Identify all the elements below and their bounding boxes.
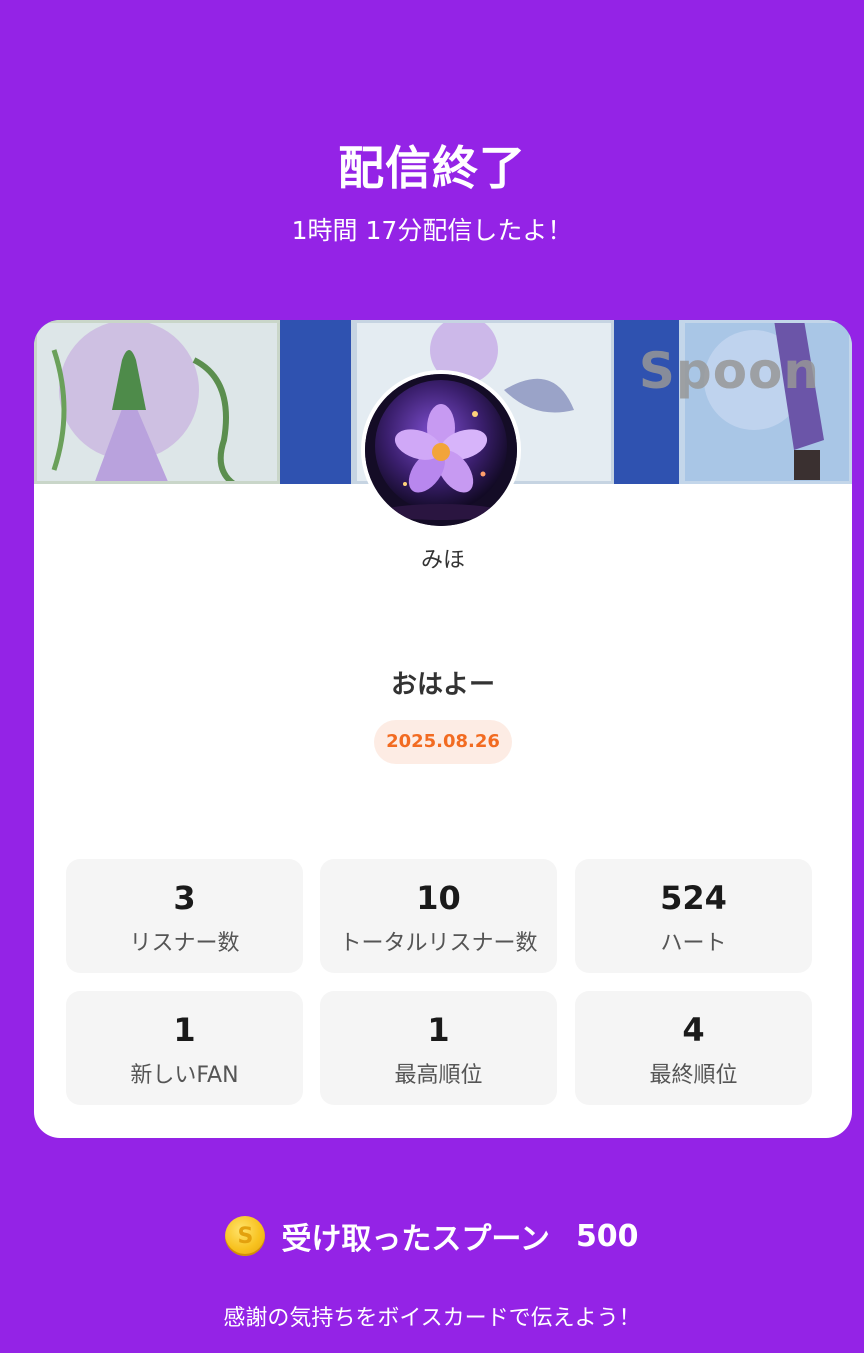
page-title: 配信終了 bbox=[338, 141, 526, 195]
stat-listeners: 3 リスナー数 bbox=[66, 859, 303, 973]
stat-label: ハート bbox=[660, 931, 727, 956]
voice-card-message: 感謝の気持ちをボイスカードで伝えよう！ bbox=[223, 1306, 641, 1331]
stat-best-rank: 1 最高順位 bbox=[320, 991, 557, 1105]
stat-value: 524 bbox=[660, 879, 727, 917]
avatar[interactable] bbox=[361, 370, 521, 530]
stat-hearts: 524 ハート bbox=[575, 859, 812, 973]
stat-label: リスナー数 bbox=[129, 931, 240, 956]
spoons-label: 受け取ったスプーン bbox=[281, 1222, 550, 1257]
stat-label: 最終順位 bbox=[649, 1063, 738, 1088]
spoons-count: 500 bbox=[575, 1218, 639, 1254]
stat-label: 最高順位 bbox=[394, 1063, 483, 1088]
date-badge: 2025.08.26 bbox=[374, 720, 512, 764]
stat-value: 4 bbox=[682, 1011, 705, 1049]
stat-label: トータルリスナー数 bbox=[339, 931, 538, 956]
stat-label: 新しいFAN bbox=[130, 1063, 239, 1088]
username: みほ bbox=[420, 548, 465, 573]
live-title: おはよー bbox=[390, 670, 495, 700]
stat-total-listeners: 10 トータルリスナー数 bbox=[320, 859, 557, 973]
stat-value: 3 bbox=[173, 879, 196, 917]
live-summary-card: Spoon みほ おはよー 2025.08.26 3 リスナー数 10 トータル… bbox=[34, 320, 852, 1138]
stat-value: 1 bbox=[427, 1011, 450, 1049]
received-spoons: S 受け取ったスプーン 500 bbox=[0, 1214, 864, 1258]
stat-final-rank: 4 最終順位 bbox=[575, 991, 812, 1105]
stat-value: 1 bbox=[173, 1011, 196, 1049]
spoon-watermark: Spoon bbox=[638, 342, 820, 400]
stat-new-fans: 1 新しいFAN bbox=[66, 991, 303, 1105]
stat-value: 10 bbox=[416, 879, 461, 917]
coin-icon: S bbox=[225, 1216, 266, 1256]
duration-text: 1時間 17分配信したよ！ bbox=[291, 216, 573, 245]
